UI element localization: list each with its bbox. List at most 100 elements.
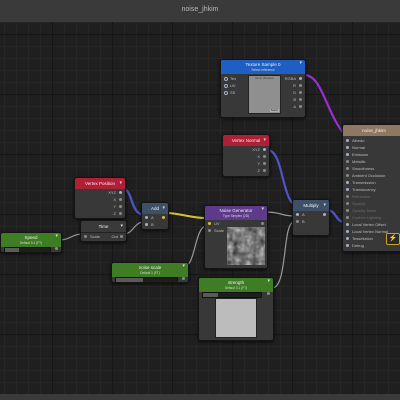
texture-sample-node[interactable]: Texture Sample 0 Select reference ▾ Tex …: [220, 59, 306, 118]
vertex-position-output-y[interactable]: Y: [75, 203, 125, 210]
add-node[interactable]: Add ▾ A B: [141, 202, 169, 230]
strength-header[interactable]: strength Default 0.1 (FT) ▾: [199, 278, 273, 292]
vertex-position-output-x[interactable]: X: [75, 196, 125, 203]
speed-property-header[interactable]: Speed Default 0.1 (FT) ▾: [1, 233, 61, 247]
time-input-scale: Scale: [90, 234, 101, 239]
strength-title: strength: [227, 280, 245, 285]
strength-subtitle: Default 0.1 (FT): [224, 286, 248, 290]
time-input-pin[interactable]: [84, 235, 87, 238]
output-input-transmission-label: Transmission: [352, 180, 376, 185]
output-input-emission[interactable]: Emission: [343, 151, 400, 158]
noise-generator-node[interactable]: Noise Generator Type Simplex (2D) ▾ UV S…: [204, 205, 268, 269]
output-input-ambient-occlusion[interactable]: Ambient Occlusion: [343, 172, 400, 179]
noise-scale-output-pin[interactable]: [182, 277, 185, 280]
output-input-translucency[interactable]: Translucency: [343, 186, 400, 193]
multiply-node[interactable]: Multiply ▾ A B: [292, 199, 330, 236]
noise-scale-title: noise scale: [138, 265, 162, 270]
output-input-local-vertex-normal-label: Local Vertex Normal: [352, 229, 389, 234]
output-input-local-vertex-offset-label: Local Vertex Offset: [352, 222, 386, 227]
add-input-b[interactable]: B: [142, 221, 168, 228]
noise-input-uv[interactable]: UV: [205, 220, 267, 227]
vertex-position-output-z[interactable]: Z: [75, 210, 125, 217]
output-input-refraction[interactable]: Refraction: [343, 193, 400, 200]
chevron-down-icon[interactable]: ▾: [323, 200, 326, 211]
output-input-emission-label: Emission: [352, 152, 369, 157]
vertex-position-header[interactable]: Vertex Position ▾: [75, 178, 125, 189]
strength-property-node[interactable]: strength Default 0.1 (FT) ▾: [198, 277, 274, 341]
vertex-position-node[interactable]: Vertex Position ▾ XYZ X Y Z: [74, 177, 126, 219]
noise-scale-header[interactable]: noise scale Default 1 (FT) ▾: [112, 263, 188, 277]
add-node-title: Add: [150, 206, 159, 211]
vertex-normal-output-y[interactable]: Y: [223, 160, 269, 167]
output-input-opacity[interactable]: Opacity: [343, 200, 400, 207]
texture-output-g[interactable]: G: [270, 89, 305, 96]
lightning-icon[interactable]: ⚡: [386, 233, 400, 245]
chevron-down-icon[interactable]: ▾: [267, 278, 270, 285]
add-input-b-label: B: [151, 222, 154, 227]
vertex-normal-output-x[interactable]: X: [223, 153, 269, 160]
output-input-debug-label: Debug: [352, 243, 364, 248]
vertex-position-output-z-label: Z: [113, 211, 116, 216]
noise-generator-title: Noise Generator: [219, 208, 253, 213]
speed-output-pin[interactable]: [55, 247, 58, 250]
output-input-normal[interactable]: Normal: [343, 144, 400, 151]
chevron-down-icon[interactable]: ▾: [162, 203, 165, 214]
vertex-normal-node[interactable]: Vertex Normal ▾ XYZ X Y Z: [222, 134, 270, 177]
output-input-opacity-mask-label: Opacity Mask: [352, 208, 377, 213]
chevron-down-icon[interactable]: ▾: [119, 178, 122, 189]
chevron-down-icon[interactable]: ▾: [55, 233, 58, 240]
chevron-down-icon[interactable]: ▾: [299, 60, 302, 67]
noise-generator-header[interactable]: Noise Generator Type Simplex (2D) ▾: [205, 206, 267, 220]
strength-output-pin[interactable]: [267, 292, 270, 295]
vertex-normal-output-z[interactable]: Z: [223, 167, 269, 174]
multiply-input-b[interactable]: B: [293, 218, 329, 225]
output-input-ambient-occlusion-label: Ambient Occlusion: [352, 173, 386, 178]
texture-output-b[interactable]: B: [270, 96, 305, 103]
speed-property-node[interactable]: Speed Default 0.1 (FT) ▾: [0, 232, 62, 253]
texture-output-rgba[interactable]: RGBA: [270, 75, 305, 82]
vertex-position-output-xyz[interactable]: XYZ: [75, 189, 125, 196]
output-input-opacity-mask[interactable]: Opacity Mask: [343, 207, 400, 214]
add-node-header[interactable]: Add ▾: [142, 203, 168, 214]
multiply-input-b-label: B: [302, 219, 305, 224]
chevron-down-icon[interactable]: ▾: [261, 206, 264, 213]
output-input-tessellation-label: Tessellation: [352, 236, 373, 241]
texture-output-a[interactable]: A: [270, 103, 305, 110]
output-input-translucency-label: Translucency: [352, 187, 376, 192]
output-input-transmission[interactable]: Transmission: [343, 179, 400, 186]
vertex-position-output-y-label: Y: [113, 204, 116, 209]
noise-input-scale-label: Scale: [214, 228, 225, 233]
texture-sample-subtitle: Select reference: [251, 68, 275, 72]
noise-scale-value-slider[interactable]: [115, 277, 178, 282]
add-input-a[interactable]: A: [142, 214, 168, 221]
time-node[interactable]: Time ▾ Scale Out: [80, 220, 127, 242]
output-input-custom-lighting[interactable]: Custom Lighting: [343, 214, 400, 221]
output-input-albedo-label: Albedo: [352, 138, 365, 143]
speed-value-slider[interactable]: [4, 247, 51, 252]
multiply-input-a[interactable]: A: [293, 211, 329, 218]
output-input-metallic[interactable]: Metallic: [343, 158, 400, 165]
output-input-smoothness[interactable]: Smoothness: [343, 165, 400, 172]
speed-property-title: Speed: [24, 235, 38, 240]
output-input-albedo[interactable]: Albedo: [343, 137, 400, 144]
output-input-local-vertex-offset[interactable]: Local Vertex Offset: [343, 221, 400, 228]
chevron-down-icon[interactable]: ▾: [120, 221, 123, 232]
time-node-header[interactable]: Time ▾: [81, 221, 126, 233]
vertex-normal-header[interactable]: Vertex Normal ▾: [223, 135, 269, 146]
vertex-normal-output-xyz[interactable]: XYZ: [223, 146, 269, 153]
status-bar: [0, 394, 400, 400]
time-output-out: Out: [111, 234, 118, 239]
vertex-position-output-x-label: X: [113, 197, 116, 202]
speed-property-subtitle: Default 0.1 (FT): [19, 241, 43, 245]
texture-output-r[interactable]: R: [270, 82, 305, 89]
chevron-down-icon[interactable]: ▾: [182, 263, 185, 270]
time-output-pin[interactable]: [120, 235, 123, 238]
texture-output-a-label: A: [293, 104, 296, 109]
chevron-down-icon[interactable]: ▾: [263, 135, 266, 146]
multiply-header[interactable]: Multiply ▾: [293, 200, 329, 211]
output-node-header[interactable]: noise_jhkim: [343, 125, 400, 136]
texture-input-ss-label: SS: [230, 90, 236, 95]
texture-sample-header[interactable]: Texture Sample 0 Select reference ▾: [221, 60, 305, 74]
noise-scale-property-node[interactable]: noise scale Default 1 (FT) ▾: [111, 262, 189, 283]
window-title: noise_jhkim: [181, 6, 219, 13]
